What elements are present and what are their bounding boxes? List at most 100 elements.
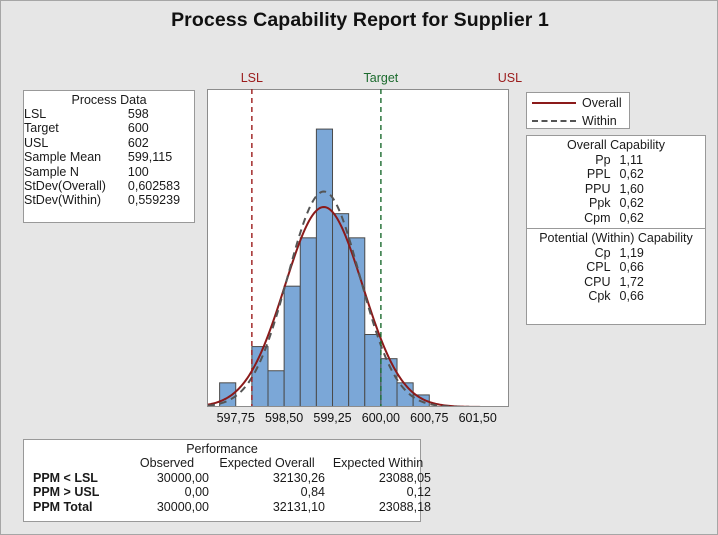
row-value: 0,66 bbox=[619, 289, 644, 304]
overall-line-icon bbox=[532, 98, 576, 108]
row-label: Ppk bbox=[589, 196, 611, 211]
lsl-label: LSL bbox=[240, 71, 263, 85]
row-value: 0,62 bbox=[619, 210, 644, 225]
table-header-row: Observed Expected Overall Expected Withi… bbox=[24, 456, 436, 471]
table-row: CPU 1,72 bbox=[527, 275, 705, 289]
col-head-observed: Observed bbox=[139, 456, 195, 470]
performance-table-header: Observed Expected Overall Expected Withi… bbox=[24, 456, 436, 471]
row-label: StDev(Within) bbox=[24, 193, 102, 208]
row-label: PPM < LSL bbox=[33, 470, 98, 485]
table-row: PPL 0,62 bbox=[527, 167, 705, 181]
table-row: CPL 0,66 bbox=[527, 260, 705, 274]
overall-capability-heading: Overall Capability bbox=[567, 138, 665, 152]
x-tick-label: 597,75 bbox=[216, 411, 255, 425]
row-value: 1,19 bbox=[619, 246, 644, 261]
row-value: 1,72 bbox=[619, 274, 644, 289]
row-label: StDev(Overall) bbox=[24, 179, 106, 194]
row-value: 599,115 bbox=[127, 150, 173, 165]
cell-expected-overall: 32131,10 bbox=[272, 499, 325, 514]
legend-item-overall: Overall bbox=[527, 94, 629, 111]
col-head-blank bbox=[24, 456, 125, 471]
performance-panel: Performance Observed Expected Overall Ex… bbox=[23, 439, 431, 522]
row-label: PPM Total bbox=[33, 499, 93, 514]
table-row: PPM Total 30000,00 32131,10 23088,18 bbox=[24, 500, 436, 515]
x-tick-label: 599,25 bbox=[313, 411, 352, 425]
row-label: Target bbox=[24, 121, 59, 136]
table-row: Sample Mean 599,115 bbox=[24, 150, 194, 164]
cell-expected-within: 0,12 bbox=[406, 485, 431, 500]
process-capability-report: Process Capability Report for Supplier 1… bbox=[0, 0, 718, 535]
table-row: PPM < LSL 30000,00 32130,26 23088,05 bbox=[24, 471, 436, 486]
histogram-bars bbox=[219, 128, 430, 407]
histogram-chart bbox=[207, 89, 509, 407]
row-value: 1,60 bbox=[619, 181, 644, 196]
row-label: Sample Mean bbox=[24, 150, 102, 165]
target-label: Target bbox=[363, 71, 399, 85]
table-row: Ppk 0,62 bbox=[527, 196, 705, 210]
legend-label-overall: Overall bbox=[582, 95, 622, 110]
histogram-bar bbox=[315, 128, 334, 407]
x-tick-label: 600,00 bbox=[361, 411, 401, 425]
row-value: 0,66 bbox=[619, 260, 644, 275]
row-value: 0,602583 bbox=[127, 179, 181, 194]
row-value: 0,559239 bbox=[127, 193, 181, 208]
row-label: CPL bbox=[586, 260, 611, 275]
histogram-bar bbox=[267, 370, 285, 407]
row-label: LSL bbox=[24, 107, 47, 121]
row-label: Pp bbox=[595, 153, 611, 167]
table-row: Cpm 0,62 bbox=[527, 211, 705, 225]
table-row: Cpk 0,66 bbox=[527, 289, 705, 303]
cell-observed: 30000,00 bbox=[156, 470, 209, 485]
col-head-expected-within: Expected Within bbox=[332, 456, 424, 470]
cell-expected-overall: 32130,26 bbox=[272, 470, 325, 485]
col-head-expected-overall: Expected Overall bbox=[219, 456, 315, 470]
usl-label: USL bbox=[497, 71, 523, 85]
process-data-panel: Process Data LSL 598 Target 600 USL 602 Sample… bbox=[23, 90, 195, 223]
legend-item-within: Within bbox=[527, 112, 629, 129]
row-value: 0,62 bbox=[619, 196, 644, 211]
table-row: PPM > USL 0,00 0,84 0,12 bbox=[24, 485, 436, 500]
row-value: 598 bbox=[127, 107, 149, 121]
overall-capability-table: Pp 1,11 PPL 0,62 PPU 1,60 Ppk 0,62 Cpm 0,62 bbox=[527, 153, 705, 225]
within-capability-section: Potential (Within) Capability Cp 1,19 CPL 0… bbox=[527, 229, 705, 307]
row-label: USL bbox=[24, 135, 49, 150]
row-label: PPU bbox=[584, 181, 611, 196]
histogram-bar bbox=[283, 285, 301, 407]
table-row: Target 600 bbox=[24, 121, 194, 135]
row-value: 1,11 bbox=[619, 153, 643, 167]
row-label: Sample N bbox=[24, 164, 79, 179]
row-label: PPL bbox=[586, 167, 611, 182]
row-label: PPM > USL bbox=[33, 485, 100, 500]
within-capability-table: Cp 1,19 CPL 0,66 CPU 1,72 Cpk 0,66 bbox=[527, 246, 705, 304]
cell-expected-within: 23088,18 bbox=[378, 499, 431, 514]
process-data-table: LSL 598 Target 600 USL 602 Sample Mean 599,115 S… bbox=[24, 107, 194, 208]
row-value: 602 bbox=[127, 135, 149, 150]
x-axis-tick-labels: 597,75 598,50 599,25 600,00 600,75 601,50 bbox=[207, 411, 509, 431]
x-tick-label: 600,75 bbox=[410, 411, 449, 425]
chart-canvas bbox=[207, 89, 509, 407]
within-line-icon bbox=[532, 116, 576, 126]
row-label: CPU bbox=[584, 274, 611, 289]
histogram-bar bbox=[364, 334, 382, 407]
within-capability-heading: Potential (Within) Capability bbox=[539, 231, 693, 246]
page-title: Process Capability Report for Supplier 1 bbox=[171, 9, 549, 31]
capability-panel: Overall Capability Pp 1,11 PPL 0,62 PPU 1,60 P… bbox=[526, 135, 706, 325]
x-tick-label: 598,50 bbox=[264, 411, 304, 425]
row-label: Cp bbox=[594, 246, 611, 261]
table-row: Sample N 100 bbox=[24, 165, 194, 179]
row-value: 100 bbox=[127, 164, 149, 179]
performance-heading: Performance bbox=[186, 442, 258, 456]
table-row: PPU 1,60 bbox=[527, 182, 705, 196]
row-value: 0,62 bbox=[619, 167, 644, 182]
table-row: USL 602 bbox=[24, 136, 194, 150]
cell-observed: 0,00 bbox=[184, 485, 209, 500]
table-row: LSL 598 bbox=[24, 107, 194, 121]
table-row: Cp 1,19 bbox=[527, 246, 705, 260]
curve-legend: Overall Within bbox=[526, 92, 630, 129]
table-row: StDev(Within) 0,559239 bbox=[24, 193, 194, 207]
row-label: Cpm bbox=[584, 210, 611, 225]
histogram-bar bbox=[299, 237, 317, 407]
cell-expected-overall: 0,84 bbox=[300, 485, 325, 500]
legend-label-within: Within bbox=[582, 113, 617, 128]
cell-expected-within: 23088,05 bbox=[378, 470, 431, 485]
